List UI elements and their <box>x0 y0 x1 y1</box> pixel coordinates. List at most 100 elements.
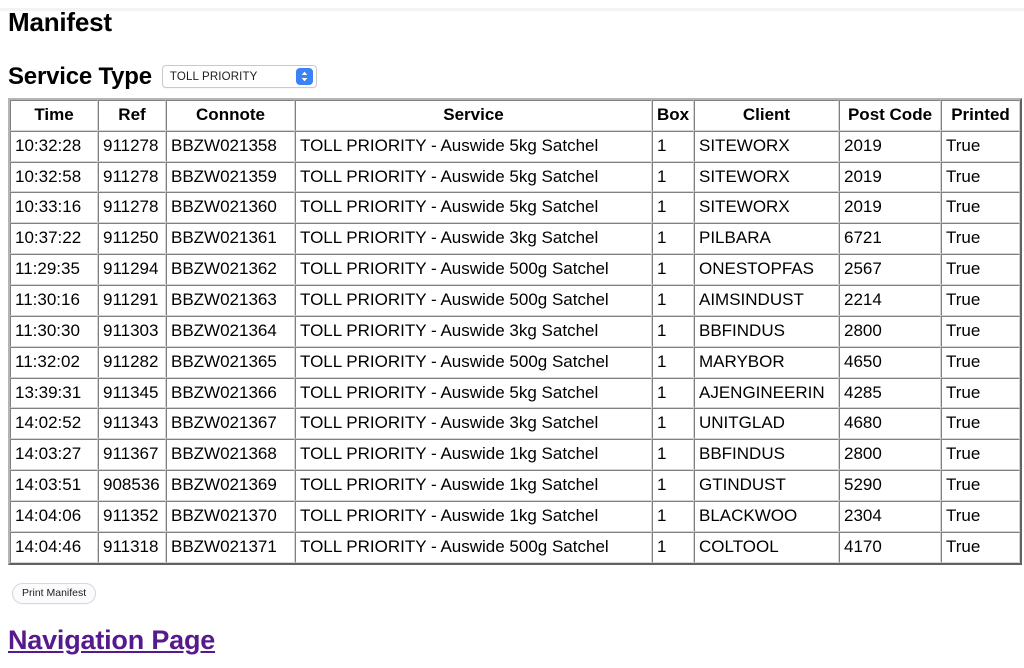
cell-box: 1 <box>652 439 694 471</box>
chevron-up-down-icon[interactable] <box>295 68 313 86</box>
cell-ref: 911278 <box>98 130 166 162</box>
cell-box: 1 <box>652 130 694 162</box>
column-header-connote: Connote <box>166 99 295 131</box>
table-row: 13:39:31 911345 BBZW021366 TOLL PRIORITY - … <box>10 377 1020 409</box>
cell-ref: 911278 <box>98 161 166 193</box>
cell-client: COLTOOL <box>694 531 839 563</box>
cell-box: 1 <box>652 285 694 316</box>
cell-time: 14:03:51 <box>10 470 98 502</box>
cell-client: BLACKWOO <box>694 501 839 532</box>
cell-ref: 911291 <box>98 285 166 316</box>
cell-post-code: 2800 <box>839 315 941 347</box>
manifest-page: Manifest Service Type TOLL PRIORITY Time… <box>0 7 1024 656</box>
table-row: 14:04:06 911352 BBZW021370 TOLL PRIORITY - … <box>10 501 1020 532</box>
column-header-post-code: Post Code <box>839 99 941 131</box>
cell-service: TOLL PRIORITY - Auswide 5kg Satchel <box>295 192 652 224</box>
service-type-selected-value: TOLL PRIORITY <box>169 70 258 83</box>
cell-box: 1 <box>652 377 694 409</box>
cell-post-code: 2214 <box>839 285 941 316</box>
cell-post-code: 2019 <box>839 192 941 224</box>
cell-ref: 911345 <box>98 377 166 409</box>
cell-service: TOLL PRIORITY - Auswide 5kg Satchel <box>295 161 652 193</box>
cell-printed: True <box>941 346 1020 378</box>
cell-time: 10:32:28 <box>10 130 98 162</box>
table-row: 10:37:22 911250 BBZW021361 TOLL PRIORITY - … <box>10 223 1020 255</box>
cell-connote: BBZW021366 <box>166 377 295 409</box>
cell-ref: 911282 <box>98 346 166 378</box>
column-header-printed: Printed <box>941 99 1020 131</box>
navigation-page-heading: Navigation Page <box>8 626 1018 656</box>
cell-client: PILBARA <box>694 223 839 255</box>
cell-time: 10:33:16 <box>10 192 98 224</box>
top-band <box>0 8 1024 11</box>
cell-time: 14:02:52 <box>10 408 98 440</box>
cell-service: TOLL PRIORITY - Auswide 1kg Satchel <box>295 501 652 532</box>
cell-post-code: 2800 <box>839 439 941 471</box>
cell-post-code: 2019 <box>839 161 941 193</box>
cell-connote: BBZW021369 <box>166 470 295 502</box>
cell-service: TOLL PRIORITY - Auswide 500g Satchel <box>295 254 652 286</box>
cell-post-code: 2567 <box>839 254 941 286</box>
cell-box: 1 <box>652 531 694 563</box>
cell-connote: BBZW021367 <box>166 408 295 440</box>
cell-printed: True <box>941 501 1020 532</box>
cell-ref: 911367 <box>98 439 166 471</box>
table-row: 11:29:35 911294 BBZW021362 TOLL PRIORITY - … <box>10 254 1020 286</box>
cell-time: 14:04:46 <box>10 531 98 563</box>
cell-client: AIMSINDUST <box>694 285 839 316</box>
service-type-label: Service Type <box>8 62 152 90</box>
cell-connote: BBZW021358 <box>166 130 295 162</box>
cell-service: TOLL PRIORITY - Auswide 5kg Satchel <box>295 377 652 409</box>
cell-printed: True <box>941 223 1020 255</box>
cell-printed: True <box>941 315 1020 347</box>
cell-post-code: 4650 <box>839 346 941 378</box>
cell-box: 1 <box>652 470 694 502</box>
cell-client: MARYBOR <box>694 346 839 378</box>
cell-printed: True <box>941 254 1020 286</box>
cell-client: SITEWORX <box>694 161 839 193</box>
print-manifest-button[interactable]: Print Manifest <box>12 582 97 605</box>
table-row: 14:03:27 911367 BBZW021368 TOLL PRIORITY - … <box>10 439 1020 471</box>
cell-service: TOLL PRIORITY - Auswide 500g Satchel <box>295 346 652 378</box>
table-row: 10:32:58 911278 BBZW021359 TOLL PRIORITY - … <box>10 161 1020 193</box>
cell-client: GTINDUST <box>694 470 839 502</box>
cell-box: 1 <box>652 408 694 440</box>
table-row: 11:32:02 911282 BBZW021365 TOLL PRIORITY - … <box>10 346 1020 378</box>
cell-printed: True <box>941 531 1020 563</box>
cell-printed: True <box>941 439 1020 471</box>
cell-connote: BBZW021360 <box>166 192 295 224</box>
cell-box: 1 <box>652 161 694 193</box>
cell-box: 1 <box>652 501 694 532</box>
cell-connote: BBZW021362 <box>166 254 295 286</box>
table-row: 10:33:16 911278 BBZW021360 TOLL PRIORITY - … <box>10 192 1020 224</box>
cell-service: TOLL PRIORITY - Auswide 3kg Satchel <box>295 315 652 347</box>
page-title: Manifest <box>8 7 112 37</box>
cell-connote: BBZW021361 <box>166 223 295 255</box>
cell-time: 11:30:30 <box>10 315 98 347</box>
cell-time: 11:30:16 <box>10 285 98 316</box>
cell-client: ONESTOPFAS <box>694 254 839 286</box>
service-type-select[interactable]: TOLL PRIORITY <box>161 65 317 89</box>
cell-service: TOLL PRIORITY - Auswide 1kg Satchel <box>295 439 652 471</box>
table-row: 11:30:30 911303 BBZW021364 TOLL PRIORITY - … <box>10 315 1020 347</box>
table-body: 10:32:28 911278 BBZW021358 TOLL PRIORITY - … <box>10 130 1020 563</box>
cell-printed: True <box>941 470 1020 502</box>
cell-printed: True <box>941 377 1020 409</box>
cell-service: TOLL PRIORITY - Auswide 500g Satchel <box>295 285 652 316</box>
cell-client: BBFINDUS <box>694 315 839 347</box>
column-header-service: Service <box>295 99 652 131</box>
cell-time: 10:37:22 <box>10 223 98 255</box>
table-row: 14:04:46 911318 BBZW021371 TOLL PRIORITY - … <box>10 531 1020 563</box>
cell-ref: 911250 <box>98 223 166 255</box>
navigation-page-link[interactable]: Navigation Page <box>8 625 215 656</box>
table-row: 14:03:51 908536 BBZW021369 TOLL PRIORITY - … <box>10 470 1020 502</box>
cell-printed: True <box>941 408 1020 440</box>
cell-time: 14:04:06 <box>10 501 98 532</box>
table-header-row: Time Ref Connote Service Box Client Post… <box>10 99 1020 131</box>
cell-time: 14:03:27 <box>10 439 98 471</box>
cell-ref: 911303 <box>98 315 166 347</box>
cell-service: TOLL PRIORITY - Auswide 3kg Satchel <box>295 223 652 255</box>
cell-ref: 911318 <box>98 531 166 563</box>
table-row: 10:32:28 911278 BBZW021358 TOLL PRIORITY - … <box>10 130 1020 162</box>
cell-box: 1 <box>652 315 694 347</box>
